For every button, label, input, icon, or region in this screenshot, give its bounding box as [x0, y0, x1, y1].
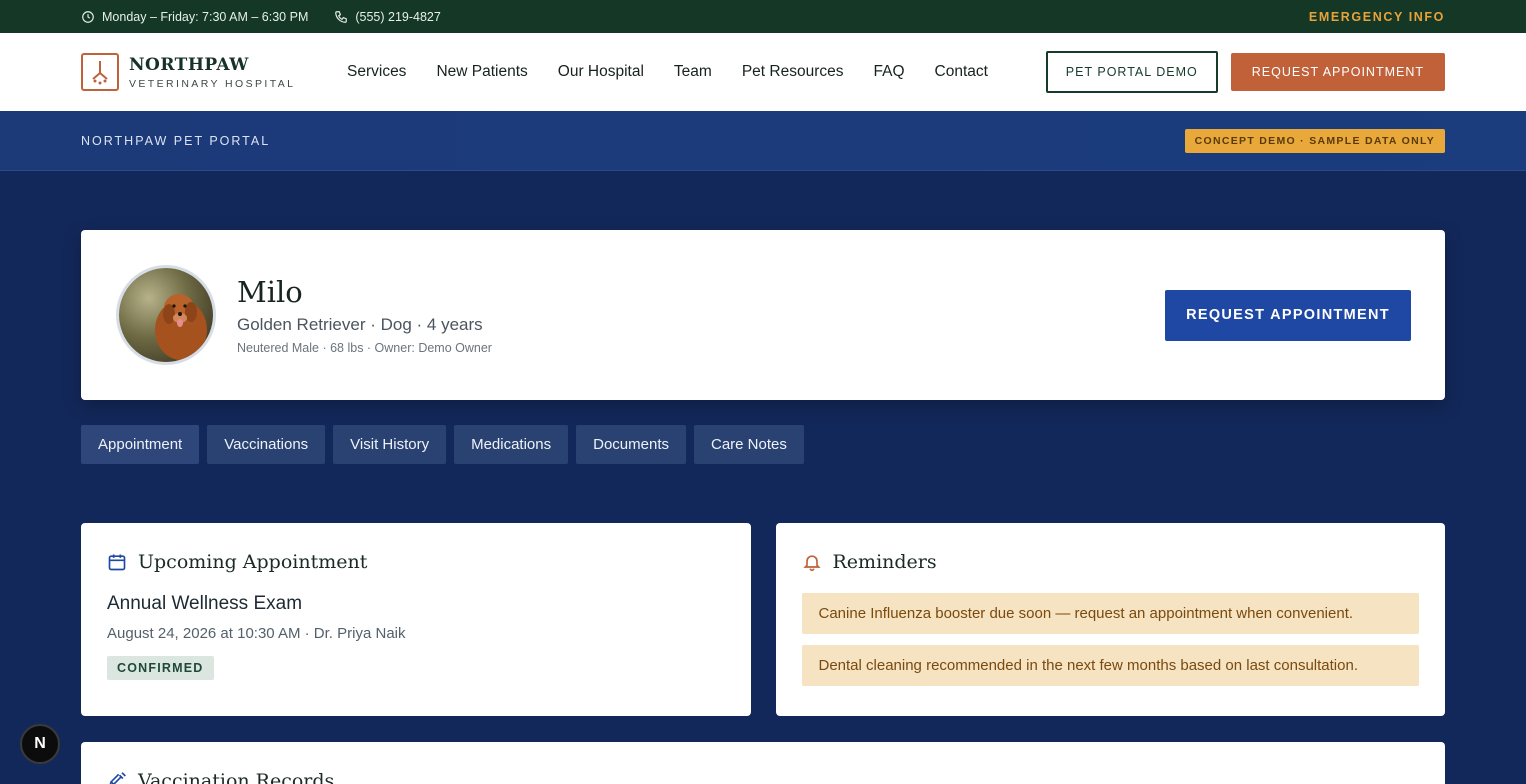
clock-icon	[82, 10, 94, 23]
dev-tools-badge[interactable]: N	[20, 724, 60, 764]
phone-info[interactable]: (555) 219-4827	[334, 10, 441, 24]
calendar-icon	[108, 554, 126, 571]
pet-info: Milo Golden Retriever · Dog · 4 years Ne…	[237, 275, 1165, 355]
tab-vaccinations[interactable]: Vaccinations	[207, 425, 326, 464]
portal-tabs: Appointment Vaccinations Visit History M…	[81, 425, 1445, 464]
portal-strip: NORTHPAW PET PORTAL CONCEPT DEMO · SAMPL…	[0, 111, 1526, 171]
header-request-appointment-button[interactable]: REQUEST APPOINTMENT	[1230, 53, 1445, 91]
tab-appointment[interactable]: Appointment	[81, 425, 200, 464]
site-header: NORTHPAW VETERINARY HOSPITAL Services Ne…	[0, 33, 1526, 111]
appointment-time: August 24, 2026 at 10:30 AM · Dr. Priya …	[107, 625, 406, 642]
portal-main: Milo Golden Retriever · Dog · 4 years Ne…	[0, 171, 1526, 784]
main-nav: Services New Patients Our Hospital Team …	[347, 63, 1046, 81]
upcoming-appointment-card: Upcoming Appointment Annual Wellness Exa…	[81, 523, 751, 716]
syringe-icon	[109, 772, 126, 784]
brand-logo[interactable]: NORTHPAW VETERINARY HOSPITAL	[81, 53, 347, 91]
phone-icon	[335, 10, 348, 23]
pet-name: Milo	[237, 275, 303, 309]
pet-breed-line: Golden Retriever · Dog · 4 years	[237, 315, 483, 334]
nav-contact[interactable]: Contact	[935, 63, 988, 81]
pet-meta-line: Neutered Male · 68 lbs · Owner: Demo Own…	[237, 341, 492, 355]
nav-pet-resources[interactable]: Pet Resources	[742, 63, 844, 81]
paw-logo-icon	[81, 53, 119, 91]
reminders-card: Reminders Canine Influenza booster due s…	[775, 523, 1445, 716]
tab-care-notes[interactable]: Care Notes	[694, 425, 804, 464]
portal-label: NORTHPAW PET PORTAL	[81, 133, 271, 148]
vaccination-card-title: Vaccination Records	[107, 770, 1419, 784]
tab-documents[interactable]: Documents	[576, 425, 686, 464]
appointment-name: Annual Wellness Exam	[107, 593, 303, 614]
brand-subtitle: VETERINARY HOSPITAL	[129, 77, 296, 90]
reminders-title-text: Reminders	[832, 551, 937, 573]
appointment-title-text: Upcoming Appointment	[138, 551, 368, 573]
reminders-card-title: Reminders	[802, 551, 1420, 573]
nav-our-hospital[interactable]: Our Hospital	[558, 63, 644, 81]
header-actions: PET PORTAL DEMO REQUEST APPOINTMENT	[1045, 51, 1445, 93]
top-info-bar: Monday – Friday: 7:30 AM – 6:30 PM (555)…	[0, 0, 1526, 33]
contact-info: Monday – Friday: 7:30 AM – 6:30 PM (555)…	[81, 10, 441, 24]
brand-text: NORTHPAW VETERINARY HOSPITAL	[129, 55, 295, 90]
pet-portal-demo-button[interactable]: PET PORTAL DEMO	[1045, 51, 1218, 93]
dog-photo	[119, 268, 213, 362]
nav-new-patients[interactable]: New Patients	[436, 63, 527, 81]
nav-services[interactable]: Services	[347, 63, 406, 81]
appointment-card-title: Upcoming Appointment	[107, 551, 725, 573]
hours-info: Monday – Friday: 7:30 AM – 6:30 PM	[81, 10, 308, 24]
bell-icon	[802, 555, 821, 572]
status-badge: CONFIRMED	[107, 656, 214, 680]
nav-team[interactable]: Team	[674, 63, 712, 81]
pet-profile-card: Milo Golden Retriever · Dog · 4 years Ne…	[81, 230, 1445, 400]
hours-text: Monday – Friday: 7:30 AM – 6:30 PM	[102, 9, 309, 24]
brand-name: NORTHPAW	[129, 54, 249, 75]
vaccination-title-text: Vaccination Records	[138, 770, 335, 784]
request-appointment-button[interactable]: REQUEST APPOINTMENT	[1165, 289, 1411, 341]
reminder-item: Dental cleaning recommended in the next …	[801, 645, 1419, 686]
tab-medications[interactable]: Medications	[454, 425, 569, 464]
emergency-info-link[interactable]: EMERGENCY INFO	[1309, 10, 1445, 24]
overview-cards: Upcoming Appointment Annual Wellness Exa…	[81, 523, 1445, 716]
phone-number[interactable]: (555) 219-4827	[355, 10, 440, 24]
tab-visit-history[interactable]: Visit History	[333, 425, 447, 464]
pet-avatar	[116, 265, 216, 365]
vaccination-records-card: Vaccination Records	[81, 742, 1445, 784]
demo-badge: CONCEPT DEMO · SAMPLE DATA ONLY	[1184, 128, 1445, 153]
nav-faq[interactable]: FAQ	[874, 63, 905, 81]
reminder-item: Canine Influenza booster due soon — requ…	[801, 593, 1419, 634]
